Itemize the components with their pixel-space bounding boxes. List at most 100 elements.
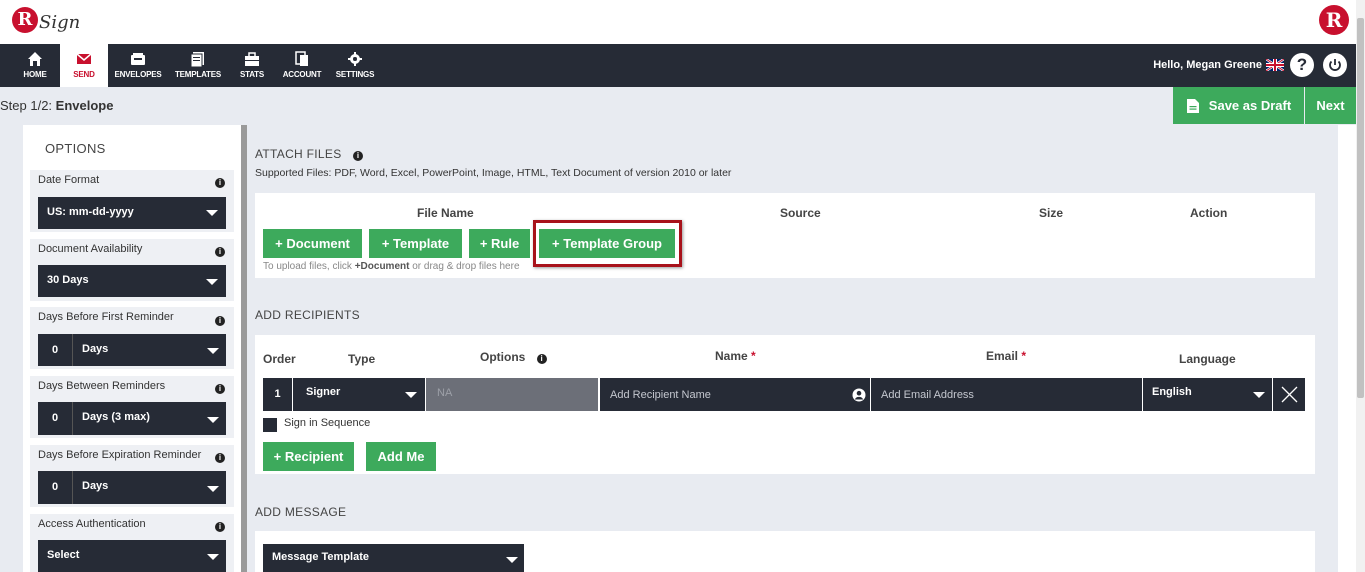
date-format-option: Date Format i US: mm-dd-yyyy (30, 170, 234, 232)
logo-r-mark: R (12, 7, 38, 33)
expiration-reminder-number[interactable]: 0 (38, 471, 72, 504)
first-reminder-unit-select[interactable]: Days (72, 334, 226, 366)
action-column-header: Action (1190, 206, 1228, 220)
message-template-value: Message Template (272, 551, 370, 563)
add-rule-button[interactable]: + Rule (469, 229, 530, 258)
nav-stats[interactable]: STATS (232, 44, 272, 87)
upload-hint: To upload files, click +Document or drag… (263, 261, 520, 272)
access-authentication-option: Access Authentication i Select (30, 514, 234, 572)
nav-account[interactable]: ACCOUNT (280, 44, 324, 87)
message-template-select[interactable]: Message Template (263, 544, 524, 572)
access-authentication-select[interactable]: Select (38, 540, 226, 572)
chevron-down-icon (405, 392, 417, 398)
type-column-header: Type (348, 352, 376, 366)
name-column-label: Name (715, 349, 748, 363)
file-name-column-header: File Name (417, 206, 474, 220)
help-icon[interactable]: ? (1290, 53, 1314, 77)
power-icon[interactable] (1323, 53, 1347, 77)
add-me-button[interactable]: Add Me (366, 442, 436, 471)
nav-settings-label: SETTINGS (335, 70, 375, 79)
remove-recipient-button[interactable] (1273, 378, 1305, 411)
supported-files-text: Supported Files: PDF, Word, Excel, Power… (255, 167, 732, 179)
between-reminders-unit: Days (3 max) (82, 411, 150, 423)
nav-settings[interactable]: SETTINGS (333, 44, 377, 87)
chevron-down-icon (207, 486, 219, 492)
sign-in-sequence-checkbox[interactable] (263, 418, 277, 432)
add-recipients-card: Order Type Options i Name * Email * Lang… (255, 335, 1315, 474)
email-column-header: Email * (986, 349, 1026, 363)
recipient-name-input[interactable]: Add Recipient Name (600, 378, 870, 411)
info-icon[interactable]: i (215, 453, 225, 463)
envelope-icon (76, 53, 92, 64)
expiration-reminder-unit: Days (82, 480, 109, 492)
nav-home[interactable]: HOME (10, 44, 60, 87)
user-icon[interactable] (852, 388, 866, 402)
nav-account-label: ACCOUNT (282, 70, 322, 79)
info-icon[interactable]: i (215, 247, 225, 257)
access-authentication-value: Select (47, 549, 80, 561)
next-button[interactable]: Next (1305, 87, 1356, 124)
recipient-language-select[interactable]: English (1143, 378, 1272, 411)
nav-envelopes[interactable]: ENVELOPES (113, 44, 163, 87)
nav-templates[interactable]: TEMPLATES (172, 44, 224, 87)
home-icon (28, 52, 42, 66)
chevron-down-icon (207, 417, 219, 423)
order-column-header: Order (263, 352, 296, 366)
date-format-value: US: mm-dd-yyyy (47, 206, 134, 218)
expiration-reminder-unit-select[interactable]: Days (72, 471, 226, 504)
attach-files-card: File Name Source Size Action + Document … (255, 193, 1315, 278)
nav-send[interactable]: SEND (60, 44, 108, 87)
uk-flag-icon[interactable] (1266, 59, 1284, 71)
between-reminders-unit-select[interactable]: Days (3 max) (72, 402, 226, 435)
language-column-header: Language (1179, 352, 1236, 366)
rsign-logo[interactable]: R Sign (12, 4, 80, 40)
info-icon[interactable]: i (215, 522, 225, 532)
chevron-down-icon (207, 348, 219, 354)
date-format-select[interactable]: US: mm-dd-yyyy (38, 197, 226, 229)
add-recipients-title: ADD RECIPIENTS (255, 308, 360, 322)
required-mark: * (1021, 349, 1027, 363)
chevron-down-icon (206, 279, 218, 285)
required-mark: * (751, 349, 756, 363)
brand-bar: R Sign R (0, 0, 1365, 44)
email-column-label: Email (986, 349, 1019, 363)
recipient-email-input[interactable]: Add Email Address (871, 378, 1142, 411)
nav-envelopes-label: ENVELOPES (114, 70, 162, 79)
info-icon[interactable]: i (215, 316, 225, 326)
document-availability-select[interactable]: 30 Days (38, 265, 226, 297)
first-reminder-number[interactable]: 0 (38, 334, 72, 366)
options-column-label: Options (480, 350, 526, 364)
document-availability-value: 30 Days (47, 274, 89, 286)
name-column-header: Name * (715, 349, 756, 363)
chevron-down-icon (207, 554, 219, 560)
recipient-options-value: NA (437, 387, 453, 399)
add-document-button[interactable]: + Document (263, 229, 362, 258)
save-as-draft-button[interactable]: Save as Draft (1173, 87, 1304, 124)
add-template-button[interactable]: + Template (369, 229, 462, 258)
inbox-icon (131, 53, 145, 65)
document-availability-option: Document Availability i 30 Days (30, 239, 234, 301)
chevron-down-icon (206, 210, 218, 216)
info-icon[interactable]: i (215, 384, 225, 394)
between-reminders-number[interactable]: 0 (38, 402, 72, 435)
info-icon[interactable]: i (215, 178, 225, 188)
templates-icon (190, 52, 204, 67)
account-icon (295, 51, 308, 66)
page-scrollbar[interactable] (1356, 0, 1365, 572)
options-panel: OPTIONS Date Format i US: mm-dd-yyyy Doc… (23, 125, 241, 572)
document-icon (1186, 98, 1199, 113)
add-recipient-button[interactable]: + Recipient (263, 442, 354, 471)
recipient-type-select[interactable]: Signer (293, 378, 425, 411)
access-authentication-label: Access Authentication (38, 518, 146, 530)
options-column-header: Options i (480, 350, 547, 364)
info-icon[interactable]: i (536, 354, 547, 364)
recipient-type-value: Signer (306, 386, 341, 398)
info-icon[interactable]: i (353, 151, 364, 161)
recipient-order: 1 (263, 378, 292, 411)
upload-hint-post: or drag & drop files here (409, 261, 520, 272)
step-name: Envelope (55, 98, 114, 113)
stats-icon (245, 52, 259, 66)
add-template-group-button[interactable]: + Template Group (539, 229, 675, 258)
step-prefix: Step 1/2: (0, 98, 53, 113)
scrollbar-thumb[interactable] (1357, 18, 1364, 398)
